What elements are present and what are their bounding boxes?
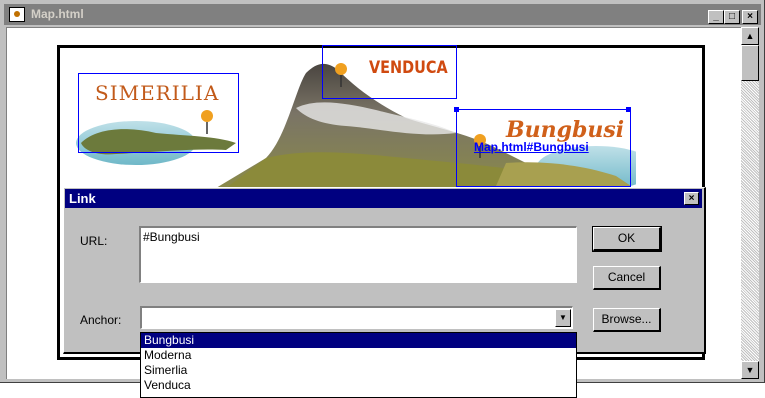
vertical-scrollbar[interactable]: ▲ ▼: [741, 27, 759, 379]
dialog-close-button[interactable]: ×: [684, 192, 699, 205]
selection-handle[interactable]: [454, 107, 459, 112]
minimize-button[interactable]: _: [708, 10, 724, 24]
maximize-button[interactable]: □: [724, 10, 740, 24]
scroll-down-arrow-icon[interactable]: ▼: [741, 361, 759, 379]
ok-button[interactable]: OK: [592, 226, 662, 252]
map-label-simerilia: SIMERILIA: [95, 81, 220, 105]
selected-link-text[interactable]: Map.html#Bungbusi: [474, 140, 589, 154]
anchor-label: Anchor:: [80, 313, 122, 327]
scroll-thumb[interactable]: [741, 45, 759, 81]
document-icon: [9, 7, 25, 22]
link-dialog: Link × URL: #Bungbusi Anchor: ▼ OK Cance…: [63, 187, 706, 354]
map-label-venduca: VENDUCA: [369, 58, 448, 78]
anchor-select[interactable]: ▼: [140, 306, 573, 329]
window-title: Map.html: [31, 7, 84, 21]
window-titlebar[interactable]: Map.html _ □ ×: [4, 4, 761, 25]
scroll-up-arrow-icon[interactable]: ▲: [741, 27, 759, 45]
browse-button[interactable]: Browse...: [593, 308, 661, 332]
cancel-button[interactable]: Cancel: [593, 266, 661, 290]
dialog-title: Link: [69, 191, 96, 206]
selection-handle[interactable]: [626, 107, 631, 112]
close-button[interactable]: ×: [742, 10, 758, 24]
anchor-option[interactable]: Moderna: [141, 348, 576, 363]
anchor-option[interactable]: Bungbusi: [141, 333, 576, 348]
anchor-dropdown-list[interactable]: Bungbusi Moderna Simerlia Venduca: [140, 332, 577, 398]
anchor-option[interactable]: Simerlia: [141, 363, 576, 378]
dropdown-arrow-icon[interactable]: ▼: [555, 309, 571, 327]
url-label: URL:: [80, 234, 108, 248]
url-value: #Bungbusi: [143, 230, 200, 244]
anchor-option[interactable]: Venduca: [141, 378, 576, 393]
url-field[interactable]: #Bungbusi: [139, 226, 577, 283]
dialog-titlebar[interactable]: Link ×: [65, 189, 702, 208]
